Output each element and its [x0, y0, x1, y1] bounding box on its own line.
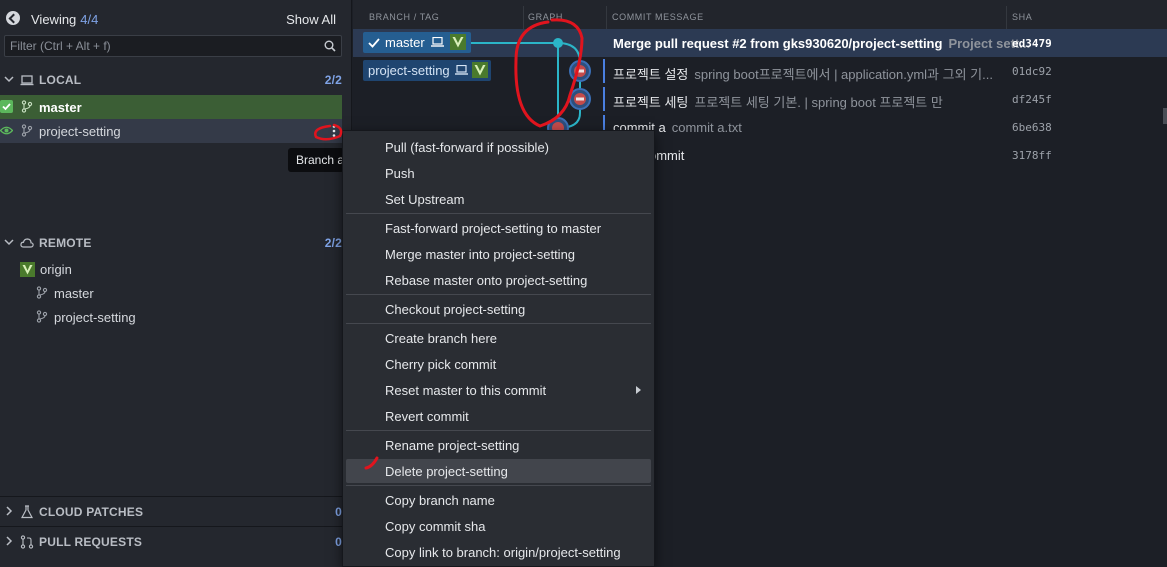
column-sha[interactable]: SHA: [1012, 12, 1032, 22]
check-icon: [368, 38, 380, 48]
branch-icon: [36, 286, 48, 299]
menu-separator: [346, 485, 651, 486]
tooltip: Branch a: [288, 148, 344, 172]
local-section-header[interactable]: LOCAL 2/2: [0, 68, 346, 92]
laptop-icon: [431, 37, 444, 47]
cloud-patches-count: 0: [335, 505, 342, 519]
branch-icon: [36, 310, 48, 323]
menu-item-fast-forward[interactable]: Fast-forward project-setting to master: [346, 216, 651, 240]
menu-item-copy-branch-name[interactable]: Copy branch name: [346, 488, 651, 512]
menu-item-copy-commit-sha[interactable]: Copy commit sha: [346, 514, 651, 538]
chevron-right-icon: [6, 536, 13, 546]
column-divider[interactable]: [606, 6, 607, 30]
menu-item-merge[interactable]: Merge master into project-setting: [346, 242, 651, 266]
menu-separator: [346, 294, 651, 295]
commit-sha: 01dc92: [1012, 65, 1052, 78]
branch-label: master: [39, 100, 82, 115]
commit-sha: 6be638: [1012, 121, 1052, 134]
submenu-arrow-icon: [636, 386, 641, 394]
pull-requests-count: 0: [335, 535, 342, 549]
remote-branch-master[interactable]: master: [54, 286, 94, 301]
scrollbar[interactable]: [1163, 108, 1167, 124]
menu-item-pull[interactable]: Pull (fast-forward if possible): [346, 135, 651, 159]
filter-input[interactable]: [5, 36, 315, 56]
menu-item-push[interactable]: Push: [346, 161, 651, 185]
menu-item-reset[interactable]: Reset master to this commit: [346, 378, 651, 402]
remote-label: REMOTE: [39, 236, 92, 250]
divider: [0, 496, 346, 497]
commit-sha: 3178ff: [1012, 149, 1052, 162]
branch-icon: [21, 100, 33, 113]
column-graph[interactable]: GRAPH: [528, 12, 563, 22]
local-branch-project-setting[interactable]: project-setting: [0, 119, 342, 143]
menu-item-copy-link[interactable]: Copy link to branch: origin/project-sett…: [346, 540, 651, 564]
remote-section-header[interactable]: REMOTE 2/2: [0, 231, 346, 255]
viewing-label: Viewing 4/4: [31, 12, 99, 27]
flask-icon: [21, 505, 33, 519]
filter-box: [4, 35, 342, 57]
show-all-button[interactable]: Show All: [286, 12, 336, 27]
commit-avatar: [569, 60, 591, 82]
menu-item-cherry-pick[interactable]: Cherry pick commit: [346, 352, 651, 376]
commit-title: 프로젝트 설정 spring boot프로젝트에서 | application.y…: [613, 67, 993, 82]
menu-item-checkout[interactable]: Checkout project-setting: [346, 297, 651, 321]
commit-title: 프로젝트 세팅 프로젝트 세팅 기본. | spring boot 프로젝트 만: [613, 95, 943, 110]
chevron-down-icon: [4, 239, 14, 246]
menu-item-delete[interactable]: Delete project-setting: [346, 459, 651, 483]
column-divider[interactable]: [523, 6, 524, 30]
remote-origin[interactable]: origin: [40, 262, 72, 277]
commit-avatar: [569, 88, 591, 110]
eye-icon[interactable]: [0, 124, 13, 137]
remote-count: 2/2: [324, 236, 342, 250]
cloud-patches-header[interactable]: CLOUD PATCHES 0: [0, 500, 346, 524]
local-label: LOCAL: [39, 73, 82, 87]
divider: [0, 526, 346, 527]
pull-requests-label: PULL REQUESTS: [39, 535, 143, 549]
menu-item-revert[interactable]: Revert commit: [346, 404, 651, 428]
chevron-right-icon: [6, 506, 13, 516]
pull-request-icon: [20, 535, 34, 549]
viewing-count: 4/4: [80, 12, 99, 27]
column-divider[interactable]: [1006, 6, 1007, 30]
left-panel: Viewing4/4 Show All LOCAL 2/2 master pro…: [0, 0, 352, 567]
menu-separator: [346, 430, 651, 431]
cloud-patches-label: CLOUD PATCHES: [39, 505, 144, 519]
pull-requests-header[interactable]: PULL REQUESTS 0: [0, 530, 346, 554]
checkbox-checked-icon: [0, 100, 13, 113]
commit-title: Merge pull request #2 from gks930620/pro…: [613, 36, 1031, 51]
search-icon[interactable]: [324, 40, 336, 52]
menu-item-create-branch[interactable]: Create branch here: [346, 326, 651, 350]
menu-item-set-upstream[interactable]: Set Upstream: [346, 187, 651, 211]
commit-sha: ed3479: [1012, 37, 1052, 50]
menu-separator: [346, 323, 651, 324]
context-menu: Pull (fast-forward if possible) Push Set…: [342, 130, 655, 567]
branch-label: project-setting: [39, 124, 121, 139]
chevron-down-icon: [4, 76, 14, 83]
merge-commit-dot: [553, 38, 563, 48]
menu-item-rebase[interactable]: Rebase master onto project-setting: [346, 268, 651, 292]
origin-avatar: [20, 262, 35, 277]
menu-separator: [346, 213, 651, 214]
back-arrow-icon[interactable]: [6, 11, 20, 25]
viewing-bar: Viewing 4/4 Show All: [0, 6, 346, 32]
menu-item-rename[interactable]: Rename project-setting: [346, 433, 651, 457]
column-branch-tag[interactable]: BRANCH / TAG: [369, 12, 439, 22]
cloud-icon: [20, 238, 34, 248]
laptop-icon: [20, 75, 34, 86]
column-commit-message[interactable]: COMMIT MESSAGE: [612, 12, 704, 22]
local-count: 2/2: [324, 73, 342, 87]
remote-branch-project-setting[interactable]: project-setting: [54, 310, 136, 325]
local-branch-master[interactable]: master: [0, 95, 342, 119]
commit-sha: df245f: [1012, 93, 1052, 106]
branch-icon: [21, 124, 33, 137]
more-options-icon[interactable]: [312, 122, 340, 140]
